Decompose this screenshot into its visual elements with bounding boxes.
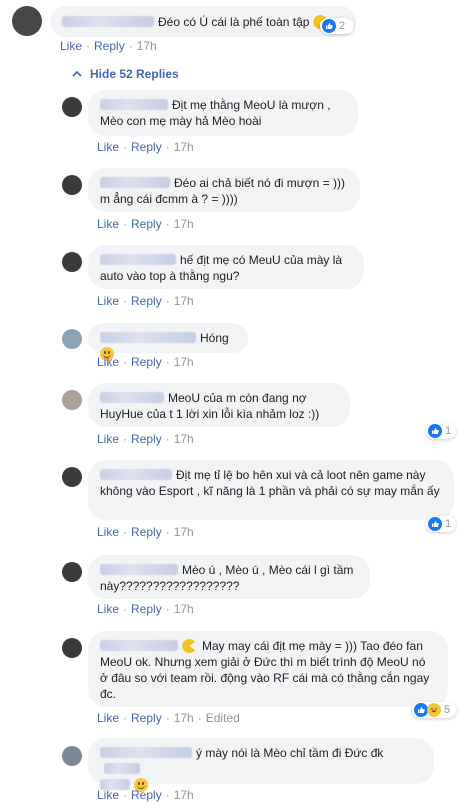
- comment-actions: Like · Reply · 17h: [60, 39, 157, 53]
- comment-bubble: ý mày nói là Mèo chỉ tầm đi Đức đk: [88, 738, 434, 792]
- comment-actions: Like · Reply · 17h: [97, 294, 194, 308]
- avatar[interactable]: [62, 390, 82, 410]
- comment-bubble: Mèo ú , Mèo ú , Mèo cái l gì tầm này????…: [88, 555, 370, 599]
- timestamp[interactable]: 17h: [174, 525, 194, 539]
- reaction-count-text: 1: [445, 518, 452, 530]
- comment-bubble: Đéo có Ú cái là phế toàn tập: [50, 6, 356, 37]
- reply-link[interactable]: Reply: [131, 525, 162, 539]
- comment-text: ý mày nói là Mèo chỉ tầm đi Đức đk: [196, 746, 384, 760]
- reply-link[interactable]: Reply: [94, 39, 125, 53]
- edited-label[interactable]: Edited: [206, 711, 240, 725]
- reaction-count[interactable]: 1: [426, 516, 456, 532]
- timestamp[interactable]: 17h: [174, 432, 194, 446]
- avatar[interactable]: [62, 638, 82, 658]
- mention-name[interactable]: [104, 763, 140, 774]
- like-link[interactable]: Like: [97, 711, 119, 725]
- watermark: [198, 386, 260, 408]
- author-name[interactable]: [100, 564, 178, 575]
- avatar[interactable]: [62, 97, 82, 117]
- timestamp[interactable]: 17h: [174, 788, 194, 802]
- thumbs-up-icon: [428, 517, 442, 531]
- comment-actions: Like · Reply · 17h · Edited: [97, 711, 240, 725]
- like-link[interactable]: Like: [97, 355, 119, 369]
- reply-link[interactable]: Reply: [131, 355, 162, 369]
- avatar[interactable]: [62, 329, 82, 349]
- like-link[interactable]: Like: [97, 294, 119, 308]
- reply-link[interactable]: Reply: [131, 432, 162, 446]
- reaction-count-text: 2: [339, 20, 346, 32]
- reaction-count-text: 1: [445, 425, 452, 437]
- timestamp[interactable]: 17h: [174, 602, 194, 616]
- author-name[interactable]: [100, 747, 192, 758]
- reaction-count-text: 5: [444, 704, 451, 716]
- laughing-emoji-icon: [427, 703, 441, 717]
- comment-bubble: Hóng: [88, 323, 248, 361]
- comment-actions: Like · Reply · 17h: [97, 355, 194, 369]
- author-name[interactable]: [100, 640, 178, 651]
- author-name[interactable]: [100, 392, 164, 403]
- comment-text: Hóng: [200, 331, 229, 345]
- author-name[interactable]: [100, 177, 170, 188]
- comment-text: Đéo có Ú cái là phế toàn tập: [158, 15, 310, 29]
- avatar[interactable]: [62, 746, 82, 766]
- hide-replies-button[interactable]: Hide 52 Replies: [72, 67, 179, 81]
- timestamp[interactable]: 17h: [137, 39, 157, 53]
- comment-bubble: hế địt mẹ có MeuU của mày là auto vào to…: [88, 245, 364, 289]
- timestamp[interactable]: 17h: [174, 140, 194, 154]
- reaction-count[interactable]: 2: [320, 18, 354, 34]
- avatar[interactable]: [62, 467, 82, 487]
- reaction-count[interactable]: 5: [412, 702, 456, 718]
- reply-link[interactable]: Reply: [131, 788, 162, 802]
- chevron-up-icon: [72, 70, 82, 77]
- timestamp[interactable]: 17h: [174, 294, 194, 308]
- thumbs-up-icon: [414, 703, 428, 717]
- reply-link[interactable]: Reply: [131, 140, 162, 154]
- author-name[interactable]: [100, 99, 168, 110]
- author-name[interactable]: [100, 254, 176, 265]
- comment-actions: Like · Reply · 17h: [97, 788, 194, 802]
- reply-link[interactable]: Reply: [131, 602, 162, 616]
- reply-link[interactable]: Reply: [131, 294, 162, 308]
- like-link[interactable]: Like: [97, 602, 119, 616]
- hide-replies-label[interactable]: Hide 52 Replies: [90, 67, 179, 81]
- comment-bubble: May may cái địt mẹ mày = ))) Tao đéo fan…: [88, 631, 448, 707]
- comment-bubble: Địt mẹ thằng MeoU là mượn , Mèo con mẹ m…: [88, 90, 358, 136]
- comment-bubble: Địt mẹ tỉ lệ bo hên xui và cả loot nên g…: [88, 460, 454, 520]
- comment-actions: Like · Reply · 17h: [97, 602, 194, 616]
- like-link[interactable]: Like: [97, 140, 119, 154]
- timestamp[interactable]: 17h: [174, 217, 194, 231]
- like-link[interactable]: Like: [97, 788, 119, 802]
- comment-actions: Like · Reply · 17h: [97, 217, 194, 231]
- author-name[interactable]: [100, 332, 196, 343]
- author-name[interactable]: [62, 16, 154, 27]
- like-link[interactable]: Like: [97, 432, 119, 446]
- avatar[interactable]: [62, 562, 82, 582]
- timestamp[interactable]: 17h: [174, 711, 194, 725]
- author-name[interactable]: [100, 469, 172, 480]
- comment-bubble: Đéo ai chả biết nó đi mượn = ))) m ẳng c…: [88, 168, 360, 212]
- thumbs-up-icon: [322, 19, 336, 33]
- avatar[interactable]: [62, 175, 82, 195]
- avatar[interactable]: [12, 6, 42, 36]
- comment-actions: Like · Reply · 17h: [97, 140, 194, 154]
- reply-link[interactable]: Reply: [131, 217, 162, 231]
- timestamp[interactable]: 17h: [174, 355, 194, 369]
- comment-actions: Like · Reply · 17h: [97, 525, 194, 539]
- thumbs-up-icon: [428, 424, 442, 438]
- comment-actions: Like · Reply · 17h: [97, 432, 194, 446]
- avatar[interactable]: [62, 252, 82, 272]
- like-link[interactable]: Like: [97, 525, 119, 539]
- like-link[interactable]: Like: [60, 39, 82, 53]
- reply-link[interactable]: Reply: [131, 711, 162, 725]
- like-link[interactable]: Like: [97, 217, 119, 231]
- reaction-count[interactable]: 1: [426, 423, 456, 439]
- pacman-emoji-icon: [182, 639, 195, 653]
